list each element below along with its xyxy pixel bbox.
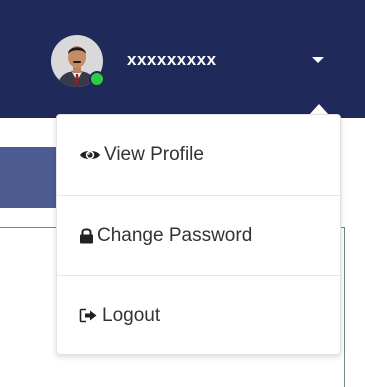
caret-down-icon [312,57,324,63]
top-navbar: xxxxxxxxx [0,0,365,118]
user-dropdown-menu: View Profile Change Password Logout [56,114,341,355]
online-status-indicator [89,71,105,87]
lock-icon [79,227,94,244]
eye-icon [79,148,101,162]
menu-item-view-profile[interactable]: View Profile [57,115,340,195]
menu-item-label: View Profile [104,144,204,165]
menu-item-logout[interactable]: Logout [57,275,340,355]
user-menu-toggle[interactable] [305,48,333,72]
avatar[interactable] [51,35,105,87]
menu-item-change-password[interactable]: Change Password [57,195,340,275]
menu-item-label: Logout [102,304,161,326]
user-name[interactable]: xxxxxxxxx [127,50,217,70]
sign-out-icon [79,308,99,323]
menu-item-label: Change Password [97,224,253,246]
